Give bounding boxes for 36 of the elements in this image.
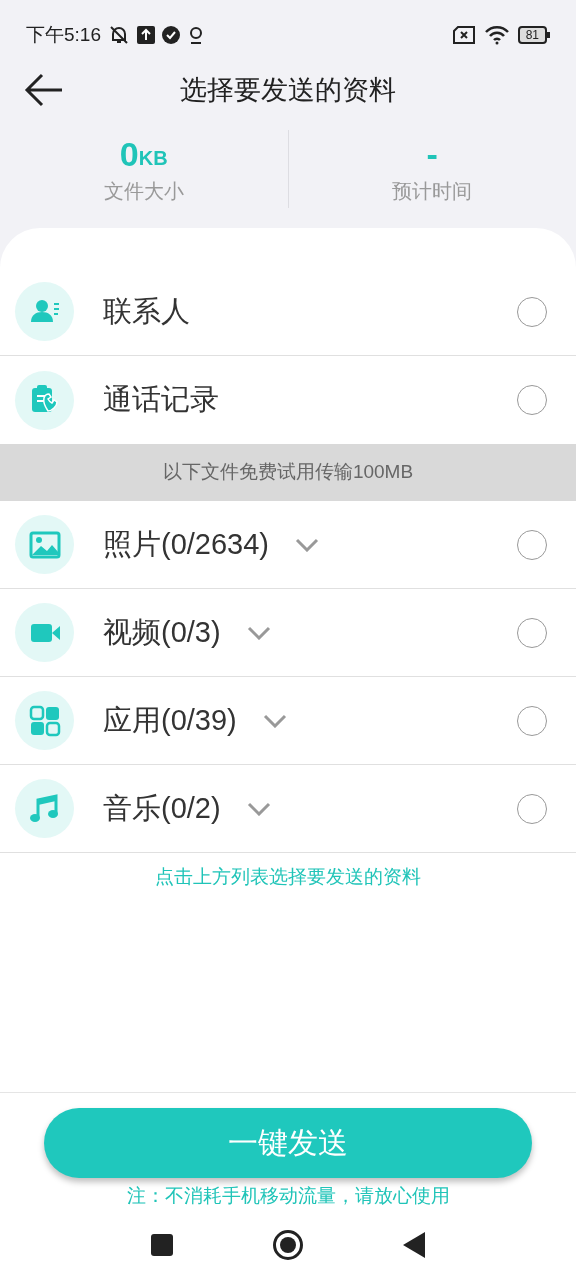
stat-value: 0KB (119, 134, 168, 174)
check-circle-icon (161, 25, 181, 45)
category-label: 联系人 (103, 293, 190, 329)
category-label: 音乐(0/2) (103, 790, 221, 826)
upload-icon (137, 26, 155, 44)
app-grid-icon (27, 703, 62, 738)
category-row[interactable]: 联系人 (0, 268, 576, 356)
chevron-down-icon[interactable] (262, 713, 287, 728)
home-button[interactable] (273, 1230, 303, 1260)
status-time: 下午5:16 (26, 22, 101, 47)
chevron-down-icon[interactable] (246, 801, 271, 816)
category-row[interactable]: 通话记录 (0, 356, 576, 444)
stat-label: 文件大小 (103, 179, 184, 204)
note-text: 注：不消耗手机移动流量，请放心使用 (126, 1183, 450, 1208)
category-row[interactable]: 应用(0/39) (0, 677, 576, 765)
category-label: 通话记录 (103, 382, 219, 418)
sim-off-icon (451, 26, 476, 44)
category-row[interactable]: 视频(0/3) (0, 589, 576, 677)
chevron-down-icon[interactable] (246, 625, 271, 640)
recents-button[interactable] (151, 1234, 173, 1256)
hint-text: 点击上方列表选择要发送的资料 (154, 865, 422, 889)
stat-value: - (426, 134, 438, 174)
wifi-icon (483, 25, 510, 45)
category-row[interactable]: 照片(0/2634) (0, 501, 576, 589)
location-icon (187, 25, 205, 45)
category-label: 视频(0/3) (103, 614, 221, 650)
category-label: 照片(0/2634) (103, 526, 269, 562)
category-label: 应用(0/39) (103, 702, 237, 738)
chevron-down-icon[interactable] (295, 537, 319, 552)
battery-icon: 81 (517, 26, 550, 44)
stat-label: 预计时间 (392, 179, 473, 204)
info-banner: 以下文件免费试用传输100MB (0, 444, 576, 501)
category-row[interactable]: 音乐(0/2) (0, 765, 576, 853)
back-button[interactable] (24, 72, 64, 108)
back-nav-button[interactable] (403, 1232, 425, 1258)
page-title: 选择要发送的资料 (180, 73, 396, 107)
